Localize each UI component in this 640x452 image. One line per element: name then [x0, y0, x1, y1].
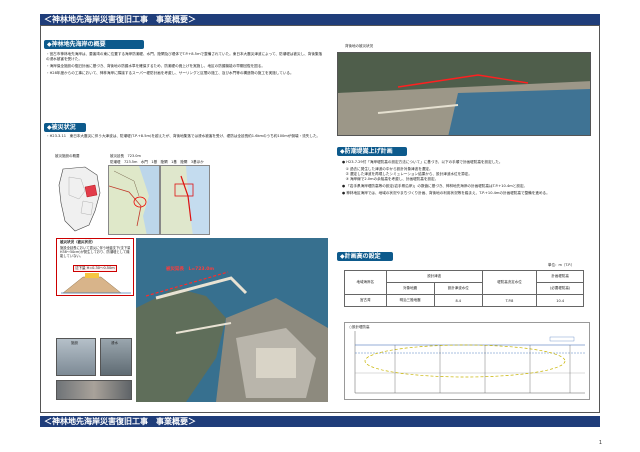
callout-body: 施設全延長において震災に伴う地盤沈下(沈下量H38～50cm)が発生しており、防…	[60, 246, 131, 259]
background-damage-photo	[337, 52, 591, 136]
height-plan-item-6: ● 神林地区海岸では、地域の状況やまちづくり計画、背後地の利用状況等を踏まえ、T…	[342, 191, 550, 195]
overview-para-1: ・宮古市神林地先海岸は、要害湾の東に位置する海岸防潮堤、水門、陸閘及び堤体でT.…	[46, 52, 323, 61]
facility-photo-label: 施設	[71, 341, 78, 345]
flood-photo-label: 浸水	[111, 341, 118, 345]
header-plan-height: 計画堤防高	[536, 270, 584, 283]
facility-photo: 施設	[56, 338, 96, 376]
profile-chart: ○設計堤防高	[344, 322, 590, 400]
header-band: ＜神林地先海岸災害復旧工事 事業概要＞	[40, 14, 600, 25]
subheader-quake: 対象地震	[385, 282, 435, 295]
debris-photo	[56, 380, 132, 400]
height-plan-item-4: ③ 海岸線で2.0mの余裕高を考慮し、計画堤防高を設定。	[342, 177, 439, 181]
subheader-required: (必要堤防高)	[536, 282, 584, 295]
footer-band: ＜神林地先海岸災害復旧工事 事業概要＞	[40, 416, 600, 427]
page-number: 1	[598, 440, 602, 446]
overview-para-2: ・海岸保全施設の復旧計画に基づき、背後地の防護水準を確保するため、防潮堤の嵩上げ…	[46, 64, 265, 68]
overview-para-3: ・H28年度からの工事において、神林海岸に隣接するスーパー堤防計画を考慮し、サー…	[46, 71, 294, 75]
height-plan-item-1: ● H23.7.29付「海岸堤防高の設定方法について」に基づき、以下の手順で計画…	[342, 160, 503, 164]
header-decision-level: 堤防高決定水位	[481, 270, 538, 295]
damage-heading: ◆被災状況	[44, 123, 86, 132]
cell-quake: 明治三陸地震	[385, 294, 435, 307]
callout-title: 被災状況（被災状況）	[60, 240, 95, 244]
plan-height-table: 地域海岸名 設計津波 堤防高決定水位 計画堤防高 対象地震 設計津波水位 (必要…	[344, 270, 584, 307]
site-summary-label: 被災施設の概要	[55, 154, 80, 158]
cell-area: 宮古湾	[344, 294, 387, 307]
damage-callout: 被災状況（被災状況） 施設全延長において震災に伴う地盤沈下(沈下量H38～50c…	[56, 238, 134, 296]
overview-heading: ◆神林地先海岸の概要	[44, 40, 144, 49]
cell-plan-height: 10.4	[536, 294, 584, 307]
prefecture-map	[55, 165, 105, 235]
aerial-label: 被災延長 L=723.0m	[166, 267, 215, 272]
cell-decision: T.P.8	[481, 294, 538, 307]
aerial-photo: 被災延長 L=723.0m	[136, 238, 328, 402]
subheader-level: 設計津波水位	[433, 282, 483, 295]
plan-height-heading: ◆計画高の設定	[337, 252, 393, 261]
plan-unit: 単位：m（T.P.）	[548, 263, 575, 267]
header-design-tsunami: 設計津波	[385, 270, 483, 283]
site-length-line: 被災延長 723.0m	[110, 154, 141, 158]
table-header-row: 地域海岸名 設計津波 堤防高決定水位 計画堤防高	[344, 270, 584, 295]
height-plan-heading: ◆防潮堤嵩上げ計画	[337, 147, 407, 156]
cell-level: 8.4	[433, 294, 483, 307]
site-location-map	[160, 165, 210, 235]
height-plan-text: ● H23.7.29付「海岸堤防高の設定方法について」に基づき、以下の手順で計画…	[342, 160, 592, 198]
overview-text: ・宮古市神林地先海岸は、要害湾の東に位置する海岸防潮堤、水門、陸閘及び堤体でT.…	[46, 52, 324, 78]
flood-photo: 浸水	[100, 338, 132, 376]
background-photo-caption: 背後地の被災状況	[345, 44, 373, 48]
area-map	[108, 165, 160, 235]
table-row: 宮古湾 明治三陸地震 8.4 T.P.8 10.4	[344, 294, 584, 307]
damage-text: ・H23.3.11 東日本大震災に伴う大津波は、防潮堤(T.P.+8.5m)を越…	[46, 134, 321, 138]
height-plan-item-5: ● 「岩手県海岸堤防高等の設定(岩手県沿岸)」の数値に基づき、神林地先海岸の計画…	[342, 184, 528, 188]
header-area: 地域海岸名	[344, 270, 387, 295]
